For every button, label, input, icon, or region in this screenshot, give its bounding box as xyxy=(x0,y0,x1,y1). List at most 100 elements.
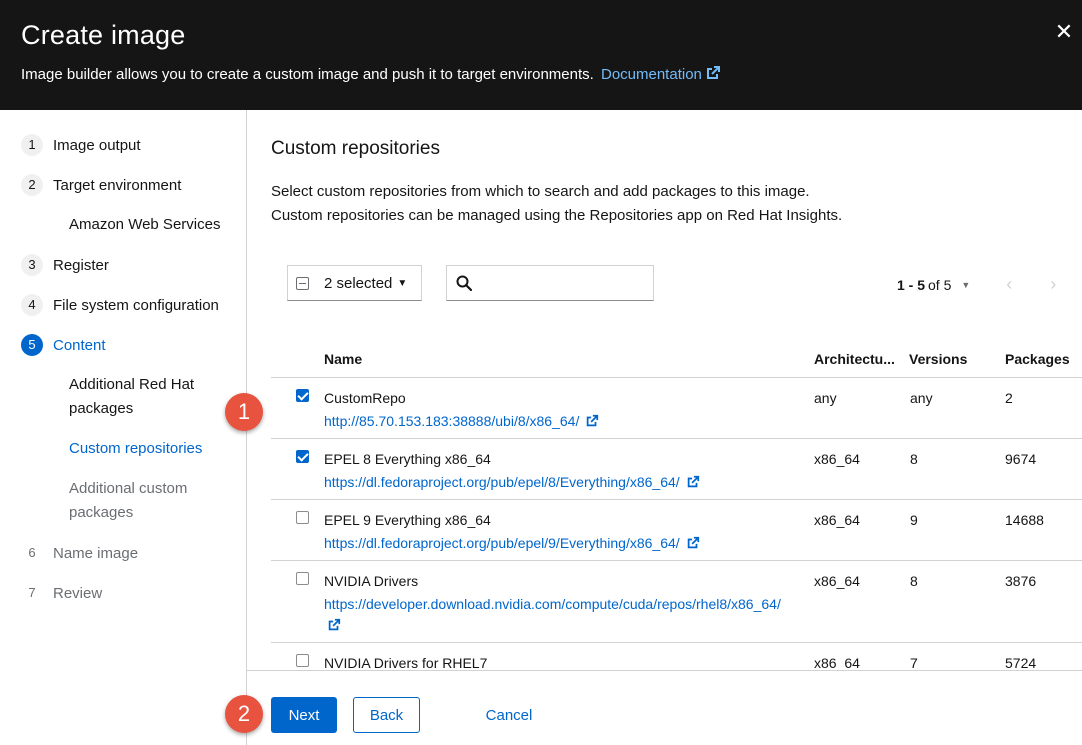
repo-architecture: any xyxy=(814,390,837,406)
bulk-select-dropdown[interactable]: 2 selected ▼ xyxy=(287,265,422,301)
caret-down-icon: ▼ xyxy=(397,277,408,289)
documentation-link-label: Documentation xyxy=(600,66,702,83)
documentation-link[interactable]: Documentation xyxy=(601,66,721,83)
repo-name: NVIDIA Drivers xyxy=(324,573,419,589)
cancel-button[interactable]: Cancel xyxy=(472,697,546,733)
step-label: File system configuration xyxy=(53,296,219,314)
repositories-table: Name Architectu... Versions Packages Cus… xyxy=(271,340,1082,683)
table-row: CustomRepo http://85.70.153.183:38888/ub… xyxy=(271,378,1082,439)
repo-packages: 2 xyxy=(1005,390,1013,406)
nav-substep-aws[interactable]: Amazon Web Services xyxy=(69,213,234,237)
row-checkbox[interactable] xyxy=(296,572,309,585)
repo-url: https://dl.fedoraproject.org/pub/epel/8/… xyxy=(324,474,680,490)
table-row: EPEL 9 Everything x86_64 https://dl.fedo… xyxy=(271,500,1082,561)
next-button[interactable]: Next xyxy=(271,697,337,733)
repo-url-link[interactable]: https://dl.fedoraproject.org/pub/epel/8/… xyxy=(324,472,814,493)
pagination-total: of 5 xyxy=(928,276,952,293)
external-link-icon xyxy=(706,66,720,79)
next-page-icon[interactable]: › xyxy=(1050,274,1056,295)
nav-step-review: 7 Review xyxy=(21,582,102,604)
back-button[interactable]: Back xyxy=(353,697,420,733)
step-label: Name image xyxy=(53,544,139,562)
repo-name: CustomRepo xyxy=(324,390,406,406)
repo-versions: 8 xyxy=(910,451,918,467)
external-link-icon xyxy=(587,414,599,427)
nav-substep-additional-rh-packages[interactable]: Additional Red Hat packages xyxy=(69,373,234,421)
repo-architecture: x86_64 xyxy=(814,655,860,671)
column-header-packages[interactable]: Packages xyxy=(1005,351,1070,367)
main-content: Custom repositories Select custom reposi… xyxy=(247,110,1082,671)
nav-substep-additional-custom-packages: Additional custom packages xyxy=(69,480,188,521)
pagination-range: 1 - 5 xyxy=(897,276,926,293)
bulk-select-label: 2 selected xyxy=(324,274,393,292)
nav-substep-custom-repositories[interactable]: Custom repositories xyxy=(69,437,234,461)
row-checkbox[interactable] xyxy=(296,389,309,402)
step-label: Content xyxy=(53,336,106,354)
column-header-architecture[interactable]: Architectu... xyxy=(814,351,895,367)
modal-title: Create image xyxy=(21,20,186,50)
repo-url: https://dl.fedoraproject.org/pub/epel/9/… xyxy=(324,535,680,551)
repo-versions: any xyxy=(910,390,933,406)
table-row: EPEL 8 Everything x86_64 https://dl.fedo… xyxy=(271,439,1082,500)
column-header-versions[interactable]: Versions xyxy=(909,351,967,367)
repo-architecture: x86_64 xyxy=(814,451,860,467)
step-number: 3 xyxy=(21,254,43,276)
nav-step-file-system[interactable]: 4 File system configuration xyxy=(21,294,219,316)
repo-name: EPEL 8 Everything x86_64 xyxy=(324,451,491,467)
intro-text: Select custom repositories from which to… xyxy=(271,180,1071,228)
external-link-icon xyxy=(328,618,341,631)
table-header: Name Architectu... Versions Packages xyxy=(271,340,1082,378)
external-link-icon xyxy=(687,536,699,549)
row-checkbox[interactable] xyxy=(296,511,309,524)
step-number: 5 xyxy=(21,334,43,356)
bulk-select-checkbox[interactable] xyxy=(296,276,309,290)
callout-badge-2: 2 xyxy=(225,695,263,733)
repo-url: http://85.70.153.183:38888/ubi/8/x86_64/ xyxy=(324,413,580,429)
repo-url-link[interactable]: http://85.70.153.183:38888/ubi/8/x86_64/ xyxy=(324,411,814,432)
nav-step-register[interactable]: 3 Register xyxy=(21,254,109,276)
repo-url: https://developer.download.nvidia.com/co… xyxy=(324,596,781,612)
search-icon xyxy=(456,275,472,291)
repo-packages: 5724 xyxy=(1005,655,1037,671)
row-checkbox[interactable] xyxy=(296,654,309,667)
external-link-icon xyxy=(687,475,699,488)
repo-versions: 9 xyxy=(910,512,918,528)
repo-architecture: x86_64 xyxy=(814,512,860,528)
step-number: 7 xyxy=(28,585,36,600)
table-row: NVIDIA Drivers https://developer.downloa… xyxy=(271,561,1082,643)
search-box[interactable] xyxy=(446,265,654,301)
repo-packages: 9674 xyxy=(1005,451,1037,467)
step-label: Register xyxy=(53,256,109,274)
step-number: 2 xyxy=(21,174,43,196)
repo-architecture: x86_64 xyxy=(814,573,860,589)
step-label: Image output xyxy=(53,136,141,154)
caret-down-icon[interactable]: ▼ xyxy=(961,280,970,290)
repo-packages: 3876 xyxy=(1005,573,1037,589)
nav-step-content[interactable]: 5 Content xyxy=(21,334,106,356)
description-text: Image builder allows you to create a cus… xyxy=(21,66,594,83)
repo-versions: 7 xyxy=(910,655,918,671)
page-title: Custom repositories xyxy=(271,138,440,159)
callout-badge-1: 1 xyxy=(225,393,263,431)
previous-page-icon[interactable]: ‹ xyxy=(1006,274,1012,295)
close-icon[interactable]: ✕ xyxy=(1054,21,1074,43)
repo-versions: 8 xyxy=(910,573,918,589)
intro-line-1: Select custom repositories from which to… xyxy=(271,183,810,200)
pagination: 1 - 5 of 5 ▼ ‹ › xyxy=(897,274,1056,295)
repo-name: EPEL 9 Everything x86_64 xyxy=(324,512,491,528)
repo-url-link[interactable]: https://developer.download.nvidia.com/co… xyxy=(324,594,814,636)
repo-url-link[interactable]: https://dl.fedoraproject.org/pub/epel/9/… xyxy=(324,533,814,554)
column-header-name[interactable]: Name xyxy=(324,351,362,367)
search-input[interactable] xyxy=(478,274,638,292)
nav-step-image-output[interactable]: 1 Image output xyxy=(21,134,141,156)
step-number: 4 xyxy=(21,294,43,316)
repo-name: NVIDIA Drivers for RHEL7 xyxy=(324,655,488,671)
step-label: Review xyxy=(53,584,103,602)
step-label: Target environment xyxy=(53,176,182,194)
step-number: 1 xyxy=(21,134,43,156)
repo-packages: 14688 xyxy=(1005,512,1044,528)
modal-header: Create image Image builder allows you to… xyxy=(0,0,1082,110)
modal-description: Image builder allows you to create a cus… xyxy=(21,65,721,83)
nav-step-target-environment[interactable]: 2 Target environment xyxy=(21,174,181,196)
row-checkbox[interactable] xyxy=(296,450,309,463)
